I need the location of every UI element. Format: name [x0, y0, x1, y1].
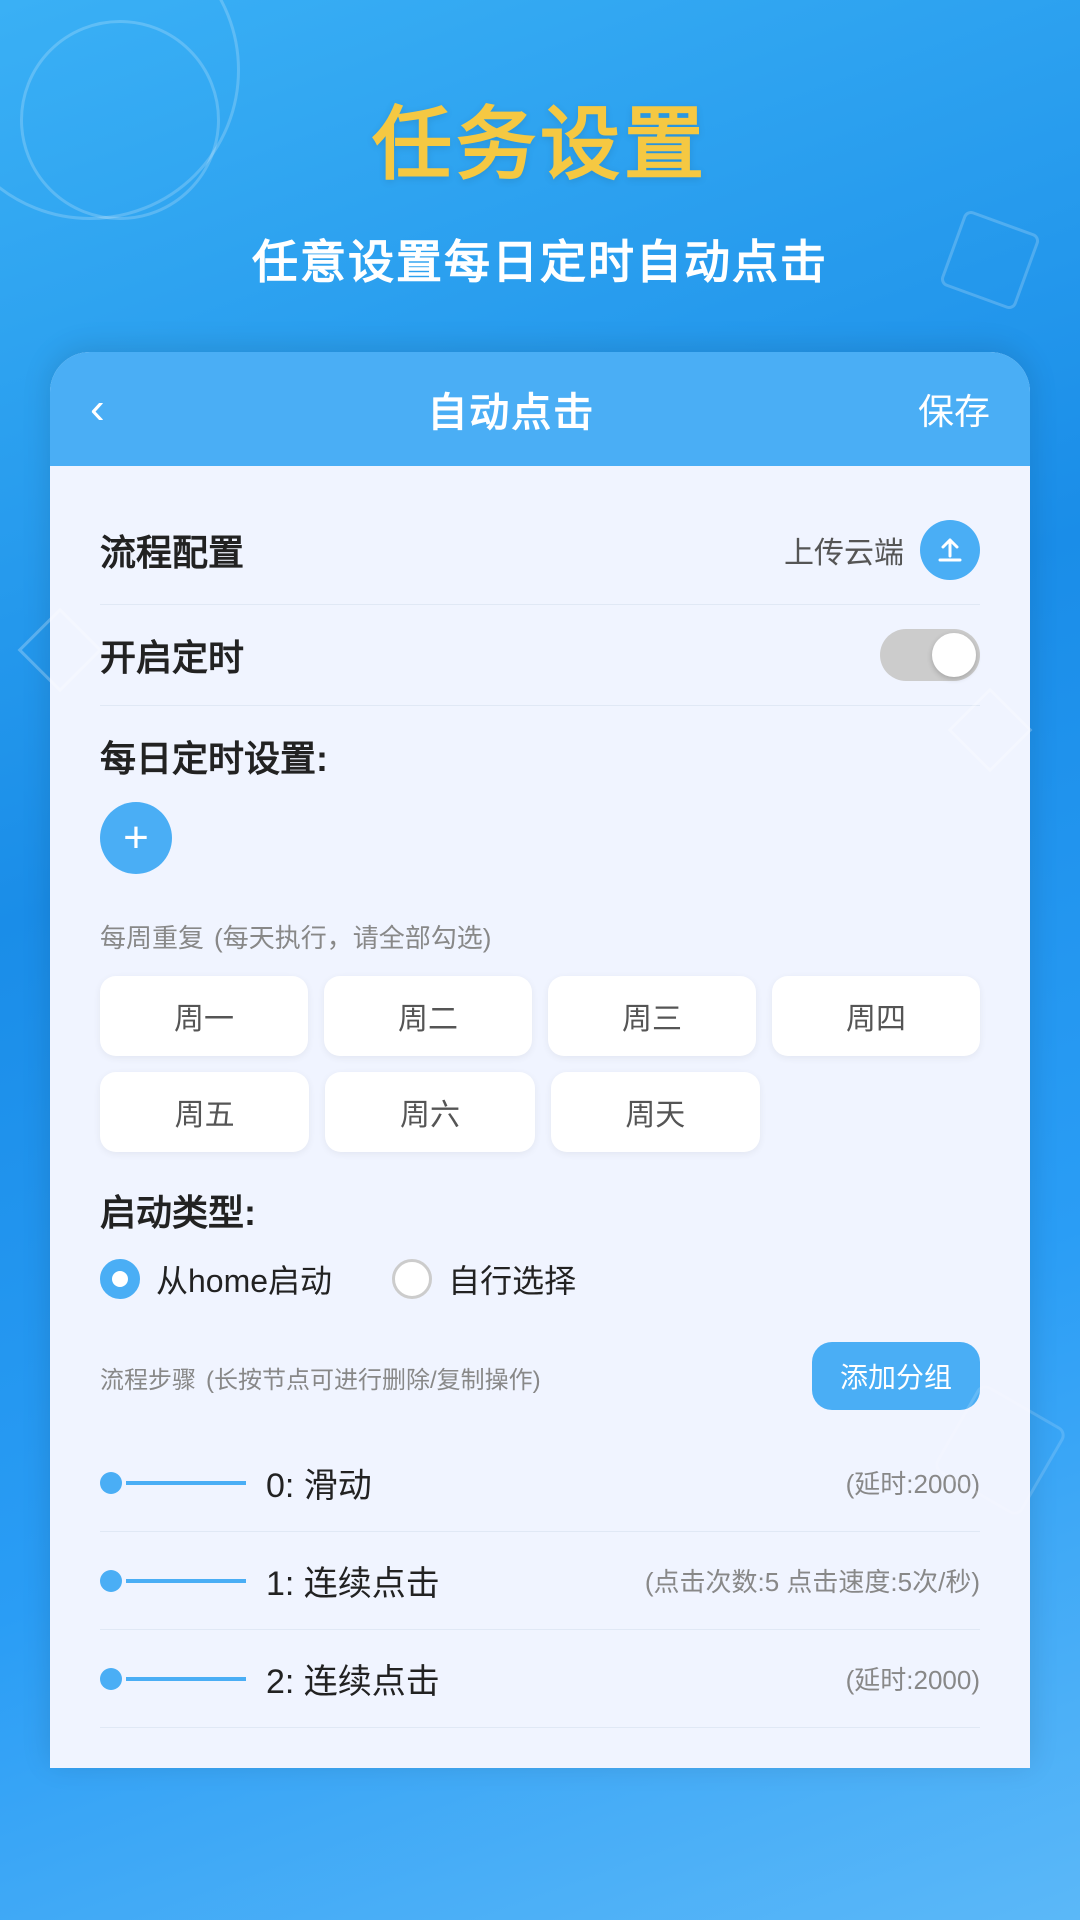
- step-dash-0: [126, 1481, 246, 1485]
- day-wednesday[interactable]: 周三: [548, 976, 756, 1056]
- step-content-0: 0: 滑动 (延时:2000): [266, 1458, 980, 1507]
- step-dash-1: [126, 1579, 246, 1583]
- back-button[interactable]: ‹: [90, 384, 105, 434]
- flow-config-label: 流程配置: [100, 524, 244, 576]
- launch-option-home[interactable]: 从home启动: [100, 1256, 332, 1302]
- step-dash-2: [126, 1677, 246, 1681]
- launch-type-section: 启动类型: 从home启动 自行选择: [100, 1160, 980, 1318]
- upload-button[interactable]: [920, 520, 980, 580]
- step-detail-2: (延时:2000): [846, 1660, 980, 1697]
- launch-option-custom[interactable]: 自行选择: [392, 1256, 576, 1302]
- launch-option-home-label: 从home启动: [156, 1256, 332, 1302]
- timer-enable-row: 开启定时: [100, 605, 980, 706]
- steps-header: 流程步骤 (长按节点可进行删除/复制操作) 添加分组: [100, 1342, 980, 1410]
- daily-timer-section: 每日定时设置: +: [100, 706, 980, 890]
- day-thursday[interactable]: 周四: [772, 976, 980, 1056]
- card-body: 流程配置 上传云端 开启定时 每日定时设置: +: [50, 466, 1030, 1768]
- step-detail-1: (点击次数:5 点击速度:5次/秒): [645, 1562, 980, 1599]
- steps-label: 流程步骤 (长按节点可进行删除/复制操作): [100, 1355, 541, 1397]
- weekly-grid-top: 周一 周二 周三 周四: [100, 976, 980, 1056]
- step-dot-1: [100, 1570, 122, 1592]
- step-line-0: [100, 1472, 246, 1494]
- launch-type-label: 启动类型:: [100, 1184, 980, 1236]
- add-timer-button[interactable]: +: [100, 802, 172, 874]
- page-subtitle: 任意设置每日定时自动点击: [0, 226, 1080, 292]
- steps-hint: (长按节点可进行删除/复制操作): [206, 1367, 541, 1394]
- step-item-1: 1: 连续点击 (点击次数:5 点击速度:5次/秒): [100, 1532, 980, 1630]
- launch-options: 从home启动 自行选择: [100, 1256, 980, 1302]
- steps-title: 流程步骤: [100, 1367, 196, 1394]
- upload-icon: [934, 534, 966, 566]
- step-dot-2: [100, 1668, 122, 1690]
- toggle-knob: [932, 633, 976, 677]
- save-button[interactable]: 保存: [918, 383, 990, 435]
- weekly-repeat-section: 每周重复 (每天执行，请全部勾选) 周一 周二 周三 周四 周五 周六 周天: [100, 890, 980, 1160]
- bg-decoration-circle-2: [20, 20, 220, 220]
- upload-section: 上传云端: [784, 520, 980, 580]
- card-header: ‹ 自动点击 保存: [50, 352, 1030, 466]
- weekly-repeat-hint: (每天执行，请全部勾选): [214, 923, 491, 953]
- step-name-0: 0: 滑动: [266, 1458, 372, 1507]
- steps-section: 流程步骤 (长按节点可进行删除/复制操作) 添加分组 0: 滑动 (延时:200…: [100, 1318, 980, 1728]
- step-name-2: 2: 连续点击: [266, 1654, 440, 1703]
- add-group-button[interactable]: 添加分组: [812, 1342, 980, 1410]
- daily-timer-label: 每日定时设置:: [100, 730, 980, 782]
- card-title: 自动点击: [427, 380, 595, 438]
- flow-config-row: 流程配置 上传云端: [100, 496, 980, 605]
- upload-text: 上传云端: [784, 528, 904, 572]
- timer-toggle[interactable]: [880, 629, 980, 681]
- step-name-1: 1: 连续点击: [266, 1556, 440, 1605]
- step-item-2: 2: 连续点击 (延时:2000): [100, 1630, 980, 1728]
- day-friday[interactable]: 周五: [100, 1072, 309, 1152]
- main-card: ‹ 自动点击 保存 流程配置 上传云端 开启定时: [50, 352, 1030, 1768]
- step-content-2: 2: 连续点击 (延时:2000): [266, 1654, 980, 1703]
- timer-enable-label: 开启定时: [100, 629, 244, 681]
- step-content-1: 1: 连续点击 (点击次数:5 点击速度:5次/秒): [266, 1556, 980, 1605]
- day-tuesday[interactable]: 周二: [324, 976, 532, 1056]
- step-dot-0: [100, 1472, 122, 1494]
- weekly-repeat-header: 每周重复 (每天执行，请全部勾选): [100, 914, 980, 956]
- step-line-2: [100, 1668, 246, 1690]
- step-line-1: [100, 1570, 246, 1592]
- weekly-grid-bottom: 周五 周六 周天: [100, 1072, 760, 1152]
- day-monday[interactable]: 周一: [100, 976, 308, 1056]
- radio-home: [100, 1259, 140, 1299]
- radio-custom: [392, 1259, 432, 1299]
- day-sunday[interactable]: 周天: [551, 1072, 760, 1152]
- launch-option-custom-label: 自行选择: [448, 1256, 576, 1302]
- weekly-repeat-label: 每周重复: [100, 923, 204, 953]
- step-item-0: 0: 滑动 (延时:2000): [100, 1434, 980, 1532]
- day-saturday[interactable]: 周六: [325, 1072, 534, 1152]
